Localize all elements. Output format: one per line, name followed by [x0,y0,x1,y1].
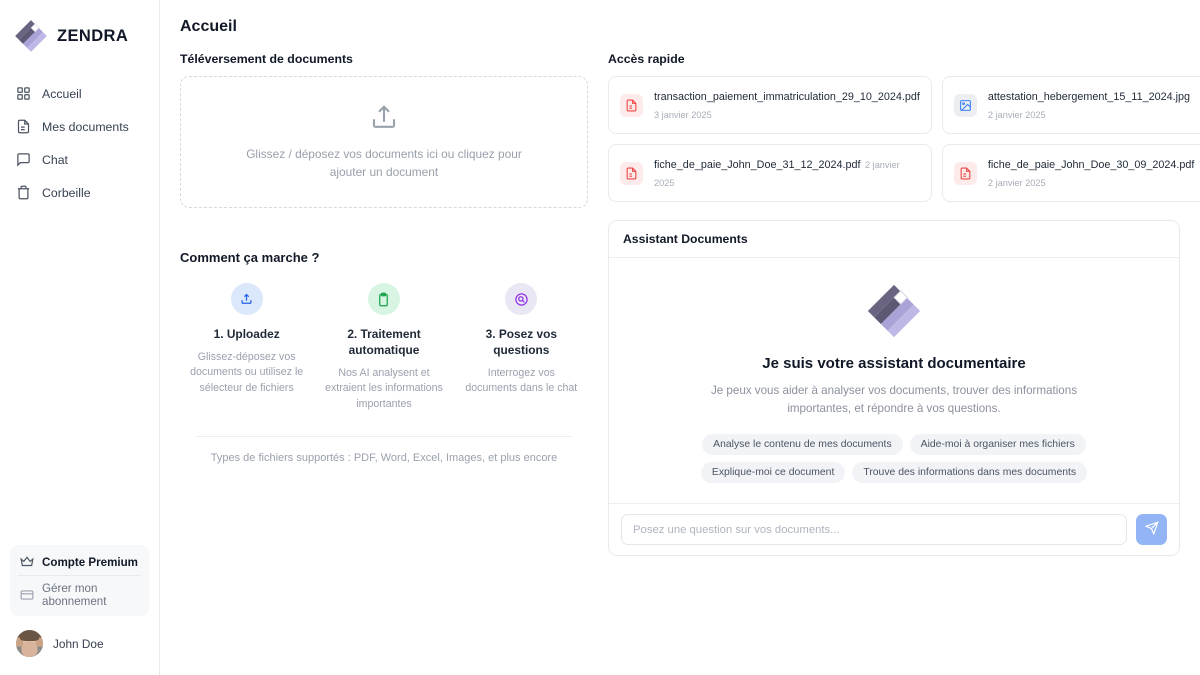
sidebar-item-corbeille[interactable]: Corbeille [8,177,151,208]
zendra-diamond-logo-icon [866,283,922,339]
file-name: fiche_de_paie_John_Doe_30_09_2024.pdf [987,159,1195,172]
steps-list: 1. Uploadez Glissez-déposez vos document… [180,283,588,412]
sidebar-item-label: Chat [42,152,68,167]
quick-access-card[interactable]: attestation_hebergement_15_11_2024.jpg 2… [941,76,1200,135]
dropzone-hint: Glissez / déposez vos documents ici ou c… [246,147,522,179]
page-title: Accueil [180,18,237,35]
user-profile[interactable]: John Doe [10,616,149,665]
upload-column: Téléversement de documents Glissez / dép… [180,52,588,464]
suggestion-chip[interactable]: Aide-moi à organiser mes fichiers [909,433,1086,455]
assistant-heading: Je suis votre assistant documentaire [762,354,1026,372]
premium-account-row[interactable]: Compte Premium [18,552,141,575]
assistant-description: Je peux vous aider à analyser vos docume… [710,383,1078,415]
file-text-icon [16,119,31,134]
image-file-icon [953,93,977,117]
send-button[interactable] [1136,514,1167,546]
brand[interactable]: ZENDRA [0,0,159,58]
file-date: 3 janvier 2025 [654,110,712,121]
main-content: Accueil Téléversement de documents Gliss… [160,0,1200,675]
suggestion-chips: Analyse le contenu de mes documents Aide… [644,433,1144,483]
supported-types-text: Types de fichiers supportés : PDF, Word,… [210,452,558,465]
suggestion-chip[interactable]: Analyse le contenu de mes documents [702,433,903,455]
step-item: 3. Posez vos questions Interrogez vos do… [455,283,588,412]
how-it-works: Comment ça marche ? 1. Uploadez Glissez-… [180,250,588,464]
sidebar: ZENDRA Accueil Mes documents Chat Corbei… [0,0,160,675]
step-text: Glissez-déposez vos documents ou utilise… [190,351,304,394]
manage-subscription-label: Gérer mon abonnement [42,582,107,608]
sidebar-item-chat[interactable]: Chat [8,144,151,175]
suggestion-chip[interactable]: Trouve des informations dans mes documen… [852,461,1088,483]
file-date: 2 janvier 2025 [987,178,1046,189]
pdf-file-icon [953,161,977,185]
credit-card-icon [20,588,34,602]
sidebar-item-accueil[interactable]: Accueil [8,78,151,109]
quick-access-label: Accès rapide [608,52,685,66]
message-square-icon [16,152,31,167]
upload-icon [369,103,399,133]
step-heading: 1. Uploadez [213,327,280,341]
premium-title-label: Compte Premium [42,555,138,569]
file-name: transaction_paiement_immatriculation_29_… [654,91,920,103]
pdf-file-icon [620,161,643,185]
step-item: 2. Traitement automatique Nos AI analyse… [317,283,450,412]
step-item: 1. Uploadez Glissez-déposez vos document… [180,283,313,412]
file-name: fiche_de_paie_John_Doe_31_12_2024.pdf [654,159,861,172]
premium-box: Compte Premium Gérer mon abonnement [10,545,149,616]
send-icon [1144,521,1159,538]
how-it-works-title: Comment ça marche ? [180,250,320,265]
chat-input[interactable] [621,514,1127,546]
sidebar-item-label: Mes documents [42,119,129,134]
zendra-diamond-logo-icon [14,19,48,53]
file-dropzone[interactable]: Glissez / déposez vos documents ici ou c… [180,76,588,208]
step-text: Nos AI analysent et extraient les inform… [325,367,443,410]
step-heading: 2. Traitement automatique [347,327,421,358]
clipboard-icon [367,283,400,315]
assistant-panel: Assistant Documents Je suis votre assist… [608,220,1180,557]
step-text: Interrogez vos documents dans le chat [465,367,578,395]
quick-access-grid: transaction_paiement_immatriculation_29_… [608,76,1200,203]
sidebar-item-label: Accueil [42,86,82,101]
file-date: 2 janvier 2025 [987,110,1046,121]
sidebar-footer: Compte Premium Gérer mon abonnement John… [0,545,159,675]
assistant-composer [609,503,1179,555]
upload-section-label: Téléversement de documents [180,52,353,66]
quick-access-card[interactable]: fiche_de_paie_John_Doe_30_09_2024.pdf 2 … [941,144,1200,203]
trash-icon [16,185,31,200]
avatar [16,630,43,657]
step-heading: 3. Posez vos questions [485,327,558,358]
right-column: Accès rapide transaction_paiement_immatr… [608,52,1200,557]
crown-icon [20,555,34,569]
user-name: John Doe [53,636,104,651]
brand-name: ZENDRA [57,26,129,45]
upload-icon [230,283,263,315]
grid-icon [16,86,31,101]
manage-subscription-row[interactable]: Gérer mon abonnement [18,575,141,610]
quick-access-card[interactable]: transaction_paiement_immatriculation_29_… [608,76,932,135]
search-circle-icon [505,283,538,315]
app-root: ZENDRA Accueil Mes documents Chat Corbei… [0,0,1200,675]
quick-access-card[interactable]: fiche_de_paie_John_Doe_31_12_2024.pdf 2 … [608,144,932,203]
sidebar-nav: Accueil Mes documents Chat Corbeille [0,78,159,210]
assistant-body: Je suis votre assistant documentaire Je … [609,258,1179,503]
suggestion-chip[interactable]: Explique-moi ce document [700,461,846,483]
pdf-file-icon [620,93,643,117]
sidebar-item-label: Corbeille [42,185,91,200]
file-name: attestation_hebergement_15_11_2024.jpg [987,91,1191,103]
assistant-header: Assistant Documents [609,221,1179,259]
sidebar-item-mes-documents[interactable]: Mes documents [8,111,151,142]
